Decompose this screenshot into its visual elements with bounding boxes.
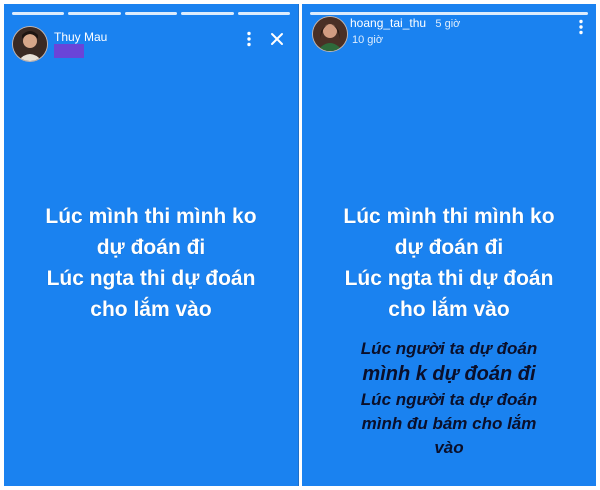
avatar[interactable] xyxy=(12,26,48,62)
close-icon[interactable] xyxy=(268,30,286,48)
story-time-secondary: 10 giờ xyxy=(352,34,384,46)
progress-segment xyxy=(181,12,234,15)
caption-line: cho lắm vào xyxy=(90,298,212,321)
story-time: 5 giờ xyxy=(435,18,461,30)
reply-line: Lúc người ta dự đoán xyxy=(360,390,538,409)
reply-caption: Lúc người ta dự đoán mình k dự đoán đi L… xyxy=(302,337,596,460)
more-vertical-icon[interactable] xyxy=(240,30,258,48)
story-panel-right: hoang_tai_thu 5 giờ 10 giờ Lúc mình thi … xyxy=(302,4,596,486)
username[interactable]: Thuy Mau xyxy=(54,30,107,44)
caption-line: cho lắm vào xyxy=(388,298,510,321)
progress-segment xyxy=(12,12,65,15)
story-progress-bar xyxy=(12,12,291,15)
caption-line: Lúc mình thi mình ko xyxy=(45,205,257,228)
reply-line: mình k dự đoán đi xyxy=(362,363,536,385)
story-caption: Lúc mình thi mình ko dự đoán đi Lúc ngta… xyxy=(4,201,298,325)
reply-line: vào xyxy=(434,438,464,457)
caption-line: dự đoán đi xyxy=(96,236,206,259)
progress-segment xyxy=(310,12,588,15)
caption-line: Lúc ngta thi dự đoán xyxy=(46,267,256,290)
caption-line: Lúc ngta thi dự đoán xyxy=(344,267,554,290)
redacted-timestamp xyxy=(54,44,84,58)
story-panel-left: Thuy Mau Lúc mình thi mình ko dự đoán đi… xyxy=(4,4,299,486)
avatar[interactable] xyxy=(312,16,348,52)
story-caption: Lúc mình thi mình ko dự đoán đi Lúc ngta… xyxy=(302,201,596,325)
progress-segment xyxy=(68,12,121,15)
story-progress-bar xyxy=(310,12,588,15)
progress-segment xyxy=(237,12,291,15)
username[interactable]: hoang_tai_thu xyxy=(350,16,426,30)
caption-line: dự đoán đi xyxy=(394,236,504,259)
caption-line: Lúc mình thi mình ko xyxy=(343,205,555,228)
progress-segment xyxy=(124,12,178,15)
reply-line: mình đu bám cho lắm xyxy=(361,414,537,433)
username-row: hoang_tai_thu 5 giờ xyxy=(350,16,460,30)
more-vertical-icon[interactable] xyxy=(572,18,590,36)
reply-line: Lúc người ta dự đoán xyxy=(360,339,538,358)
